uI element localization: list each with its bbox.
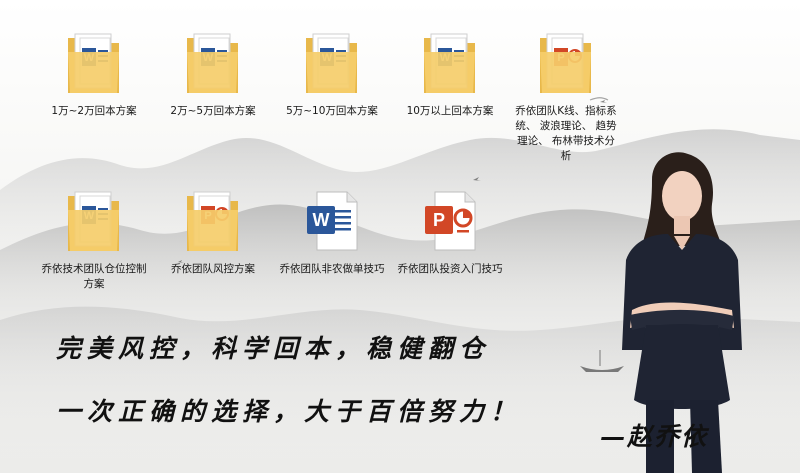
powerpoint-document-icon: P xyxy=(425,191,476,251)
word-folder-icon: W xyxy=(424,33,475,93)
file-name[interactable]: 10万以上回本方案 xyxy=(396,104,504,119)
powerpoint-folder-icon: P xyxy=(187,191,238,251)
file-name[interactable]: 乔依团队投资入门技巧 xyxy=(396,262,504,277)
file-item[interactable]: W 乔依技术团队仓位控制方案 xyxy=(38,182,150,292)
file-item[interactable]: W 1万~2万回本方案 xyxy=(38,24,150,119)
svg-text:P: P xyxy=(433,210,445,230)
powerpoint-folder-icon: P xyxy=(540,33,591,93)
word-folder-icon: W xyxy=(68,33,119,93)
file-item[interactable]: W 乔依团队非农做单技巧 xyxy=(276,182,388,277)
signature: —赵乔依 xyxy=(600,422,709,451)
file-item[interactable]: W 10万以上回本方案 xyxy=(394,24,506,119)
file-name[interactable]: 乔依团队非农做单技巧 xyxy=(278,262,386,277)
slogan-line-2: 一次正确的选择，大于百倍努力！ xyxy=(56,397,522,426)
word-document-icon: W xyxy=(307,191,358,251)
file-item[interactable]: W 5万~10万回本方案 xyxy=(276,24,388,119)
file-name[interactable]: 5万~10万回本方案 xyxy=(278,104,386,119)
file-name[interactable]: 2万~5万回本方案 xyxy=(159,104,267,119)
file-name[interactable]: 乔依技术团队仓位控制方案 xyxy=(40,262,148,292)
file-name[interactable]: 乔依团队K线、指标系统、 波浪理论、 趋势理论、 布林带技术分析 xyxy=(512,104,620,164)
file-name[interactable]: 1万~2万回本方案 xyxy=(40,104,148,119)
svg-text:W: W xyxy=(313,210,330,230)
word-folder-icon: W xyxy=(68,191,119,251)
file-item[interactable]: P 乔依团队投资入门技巧 xyxy=(394,182,506,277)
file-name[interactable]: 乔依团队风控方案 xyxy=(159,262,267,277)
file-item[interactable]: P 乔依团队风控方案 xyxy=(157,182,269,277)
slogan-line-1: 完美风控，科学回本，稳健翻仓 xyxy=(56,334,491,363)
word-folder-icon: W xyxy=(187,33,238,93)
file-item[interactable]: W 2万~5万回本方案 xyxy=(157,24,269,119)
file-item[interactable]: P 乔依团队K线、指标系统、 波浪理论、 趋势理论、 布林带技术分析 xyxy=(510,24,622,164)
word-folder-icon: W xyxy=(306,33,357,93)
